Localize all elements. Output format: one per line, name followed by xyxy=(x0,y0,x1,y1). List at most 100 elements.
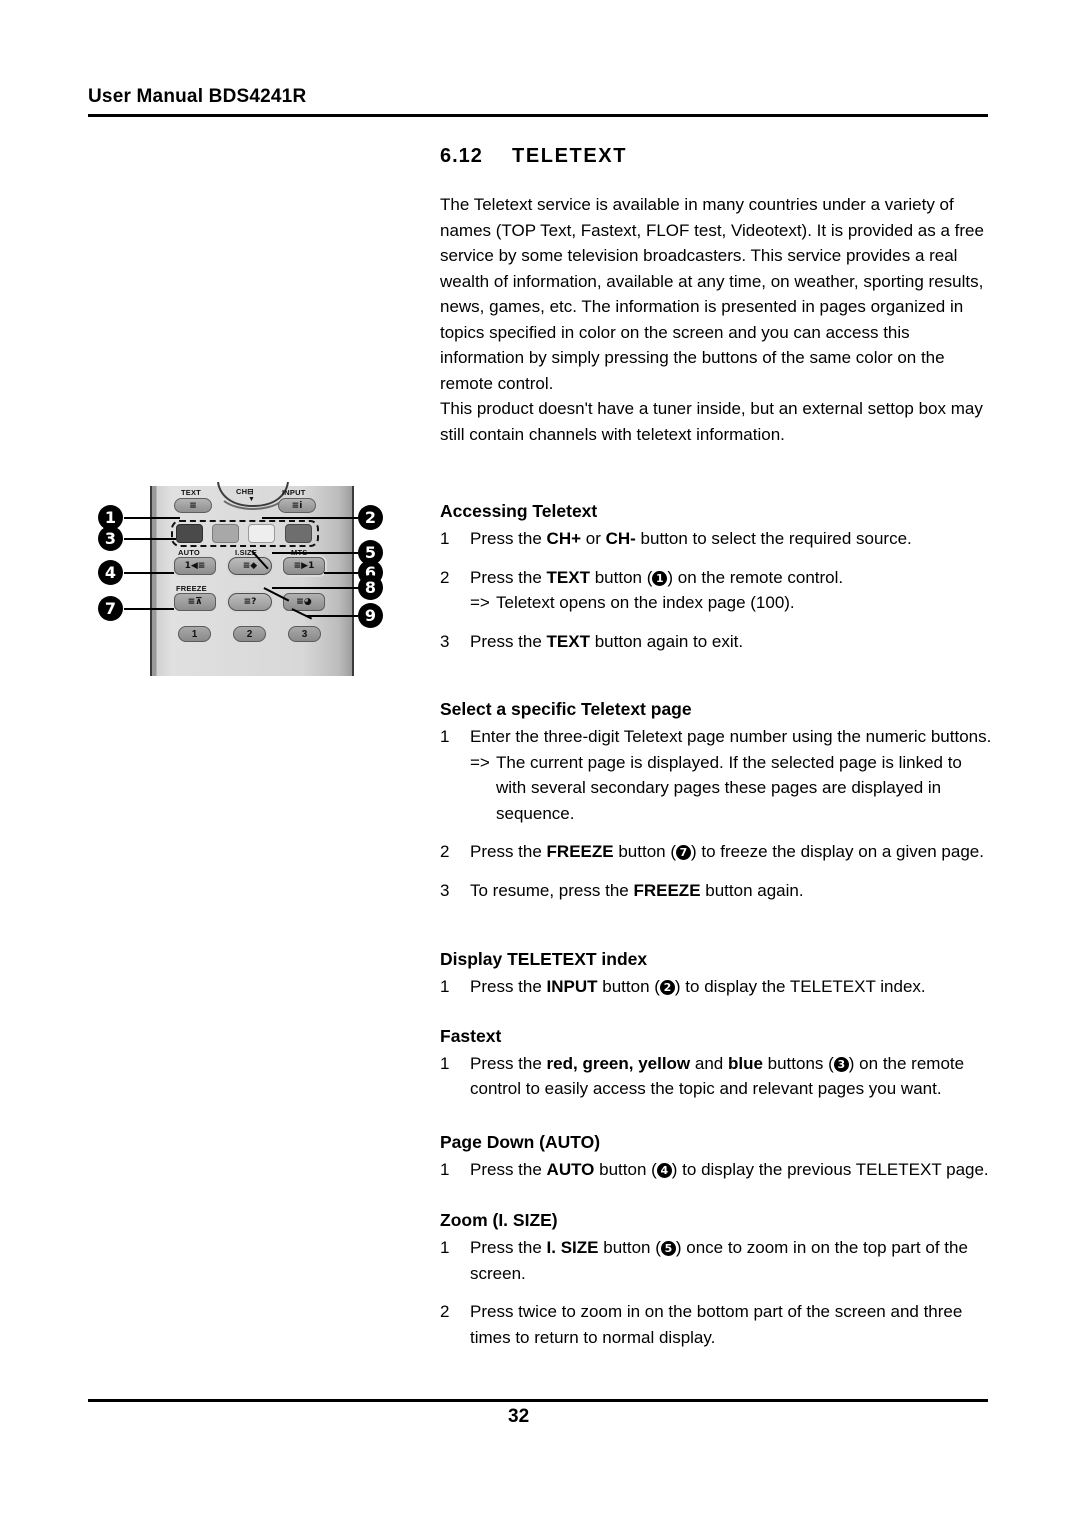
block-select-teletext-page: Select a specific Teletext page 1 Enter … xyxy=(440,697,992,903)
step-select-2: 2 Press the FREEZE button (7) to freeze … xyxy=(440,839,992,865)
step-text-a: To resume, press the xyxy=(470,880,634,900)
step-text-a: Press the xyxy=(470,842,547,861)
text-button-icon: ≡ xyxy=(189,500,197,511)
step-text-d: ) on the remote control. xyxy=(667,567,844,587)
callout-badge-inline: 1 xyxy=(652,570,668,586)
input-button[interactable]: ≡i xyxy=(278,498,316,513)
step-body: Press the TEXT button again to exit. xyxy=(470,629,992,655)
step-number: 2 xyxy=(440,842,450,861)
step-fastext-1: 1 Press the red, green, yellow and blue … xyxy=(440,1051,992,1102)
key-freeze: FREEZE xyxy=(633,880,701,900)
step-body: Press the TEXT button (1) on the remote … xyxy=(470,565,992,616)
callout-badge-inline: 2 xyxy=(659,980,675,995)
main-content-column: The Teletext service is available in man… xyxy=(440,192,992,1350)
key-ch-minus: CH- xyxy=(605,529,636,548)
key-text: TEXT xyxy=(546,567,590,587)
step-number: 3 xyxy=(440,880,450,900)
text-button[interactable]: ≡ xyxy=(174,498,212,513)
numeric-button-2-label: 2 xyxy=(246,628,253,640)
heading-zoom: Zoom (I. SIZE) xyxy=(440,1210,558,1230)
color-button-blue[interactable] xyxy=(285,524,312,543)
result-select-1: => The current page is displayed. If the… xyxy=(470,750,992,827)
step-body: Press the INPUT button (2) to display th… xyxy=(470,974,992,1000)
reveal-button-icon: ≡? xyxy=(243,597,257,607)
numeric-button-3-label: 3 xyxy=(301,628,308,640)
callout-8: 8 xyxy=(358,575,383,600)
step-accessing-3: 3 Press the TEXT button again to exit. xyxy=(440,629,992,655)
step-text-c: button ( xyxy=(594,1159,657,1179)
manual-title: User Manual BDS4241R xyxy=(88,86,307,107)
result-accessing-2: => Teletext opens on the index page (100… xyxy=(470,590,992,616)
heading-fastext: Fastext xyxy=(440,1025,502,1046)
step-number: 1 xyxy=(440,1159,450,1179)
isize-button-icon: ≡◆ xyxy=(242,561,258,571)
step-text-c: buttons ( xyxy=(762,1053,834,1073)
header-divider xyxy=(88,113,988,117)
auto-button[interactable]: 1◀≡ xyxy=(174,557,216,575)
callout-badge-inline: 4 xyxy=(656,1162,672,1178)
leader-line-4 xyxy=(124,572,174,574)
result-text: Teletext opens on the index page (100). xyxy=(496,593,795,612)
callout-9: 9 xyxy=(358,603,383,628)
subpage-button[interactable]: ≡◕ xyxy=(283,593,325,611)
step-body: To resume, press the FREEZE button again… xyxy=(470,878,992,904)
subpage-button-icon: ≡◕ xyxy=(296,597,312,607)
section-title: TELETEXT xyxy=(512,145,628,167)
running-header: User Manual BDS4241R xyxy=(88,86,988,117)
reveal-button[interactable]: ≡? xyxy=(228,593,272,611)
page-number: 32 xyxy=(508,1406,530,1427)
key-ch-plus: CH+ xyxy=(546,529,582,548)
freeze-button[interactable]: ≡⊼ xyxy=(174,593,216,611)
callout-badge-inline: 3 xyxy=(833,1056,849,1072)
numeric-button-1-label: 1 xyxy=(191,628,198,640)
remote-control-figure: CH⊟ ▼ TEXT ≡ INPUT ≡i AUTO I.SIZE MTS 1◀… xyxy=(96,481,396,686)
result-text: The current page is displayed. If the se… xyxy=(496,752,962,823)
color-button-green[interactable] xyxy=(212,524,239,543)
step-number: 2 xyxy=(440,1302,450,1321)
step-body: Press the CH+ or CH- button to select th… xyxy=(470,526,992,552)
ch-down-arrow-icon: ▼ xyxy=(248,496,256,503)
step-number: 1 xyxy=(440,977,450,996)
callout-2: 2 xyxy=(358,505,383,530)
freeze-button-label: FREEZE xyxy=(176,584,207,593)
step-body: Press the FREEZE button (7) to freeze th… xyxy=(470,839,992,865)
color-button-yellow[interactable] xyxy=(248,524,275,543)
step-body: Press the AUTO button (4) to display the… xyxy=(470,1157,992,1183)
block-zoom: Zoom (I. SIZE) 1 Press the I. SIZE butto… xyxy=(440,1208,992,1350)
step-select-1: 1 Enter the three-digit Teletext page nu… xyxy=(440,724,992,826)
key-text: TEXT xyxy=(546,631,590,651)
leader-line-3 xyxy=(124,538,176,540)
result-arrow: => xyxy=(470,752,490,772)
step-text-a: Press the xyxy=(470,631,547,651)
step-text-a: Press the xyxy=(470,1159,547,1179)
step-text-a: Enter the three-digit Teletext page numb… xyxy=(470,727,992,746)
step-accessing-1: 1 Press the CH+ or CH- button to select … xyxy=(440,526,992,552)
step-text-a: Press the xyxy=(470,977,547,996)
step-select-3: 3 To resume, press the FREEZE button aga… xyxy=(440,878,992,904)
key-freeze: FREEZE xyxy=(546,842,614,861)
step-body: Press the I. SIZE button (5) once to zoo… xyxy=(470,1235,992,1286)
key-isize: I. SIZE xyxy=(546,1238,599,1257)
numeric-button-3[interactable]: 3 xyxy=(288,626,321,642)
remote-body: CH⊟ ▼ TEXT ≡ INPUT ≡i AUTO I.SIZE MTS 1◀… xyxy=(150,481,354,676)
step-body: Press the red, green, yellow and blue bu… xyxy=(470,1051,992,1102)
ch-minus-icon: ⊟ xyxy=(247,487,254,496)
numeric-button-2[interactable]: 2 xyxy=(233,626,266,642)
step-text-c: button to select the required source. xyxy=(635,529,912,548)
step-number: 1 xyxy=(440,727,450,746)
leader-line-6 xyxy=(324,572,358,574)
key-input: INPUT xyxy=(546,977,598,996)
heading-accessing-teletext: Accessing Teletext xyxy=(440,501,598,521)
leader-line-2 xyxy=(262,517,358,519)
callout-3: 3 xyxy=(98,526,123,551)
intro-paragraph-2: This product doesn't have a tuner inside… xyxy=(440,399,983,444)
color-button-red[interactable] xyxy=(176,524,203,543)
numeric-button-1[interactable]: 1 xyxy=(178,626,211,642)
leader-line-9 xyxy=(306,615,358,617)
heading-select-teletext-page: Select a specific Teletext page xyxy=(440,699,692,719)
step-display-index-1: 1 Press the INPUT button (2) to display … xyxy=(440,974,992,1000)
mts-button[interactable]: ≡▶1 xyxy=(283,557,325,575)
step-body: Enter the three-digit Teletext page numb… xyxy=(470,724,992,826)
text-button-label: TEXT xyxy=(181,488,201,497)
section-number: 6.12 xyxy=(440,145,483,167)
